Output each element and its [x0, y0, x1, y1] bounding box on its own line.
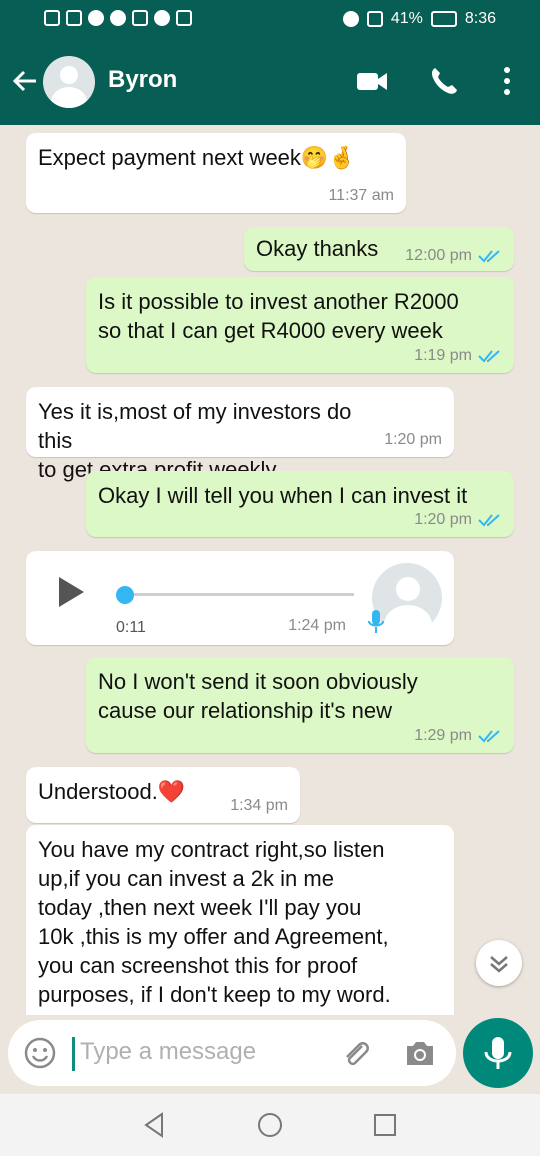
news-icon	[132, 10, 148, 26]
message-composer: Type a message	[8, 1020, 456, 1086]
message-text: Understood.	[38, 779, 158, 804]
voice-record-button[interactable]	[463, 1018, 533, 1088]
facebook-icon	[154, 10, 170, 26]
message-text: No I won't send it soon obviously cause …	[98, 669, 418, 723]
read-ticks-icon	[478, 350, 500, 363]
voice-message[interactable]: 0:11 1:24 pm	[26, 551, 454, 645]
contact-avatar[interactable]	[43, 56, 95, 108]
message-outgoing[interactable]: Okay I will tell you when I can invest i…	[86, 471, 514, 537]
text-cursor	[72, 1037, 75, 1071]
contact-name[interactable]: Byron	[108, 66, 177, 94]
emoji-red-heart: ❤️	[157, 779, 186, 804]
scroll-to-bottom-button[interactable]	[476, 940, 522, 986]
double-chevron-down-icon	[490, 956, 508, 973]
audio-progress-track[interactable]	[124, 593, 354, 596]
status-left-icons	[44, 10, 192, 26]
phone-icon	[110, 10, 126, 26]
emoji-icon[interactable]	[24, 1037, 56, 1069]
read-ticks-icon	[478, 514, 500, 527]
volte-icon	[44, 10, 60, 26]
message-incoming[interactable]: You have my contract right,so listen up,…	[26, 825, 454, 1015]
play-icon[interactable]	[54, 575, 88, 609]
chat-messages[interactable]: Expect payment next week🤭🤞 11:37 am Okay…	[0, 125, 540, 1015]
battery-percent: 41%	[390, 10, 423, 27]
message-outgoing[interactable]: Is it possible to invest another R2000 s…	[86, 277, 514, 373]
message-meta: 1:34 pm	[230, 797, 288, 815]
mic-icon	[368, 610, 384, 633]
video-call-icon[interactable]	[355, 64, 389, 98]
message-incoming[interactable]: Yes it is,most of my investors do this t…	[26, 387, 454, 482]
status-bar: 41% 8:36	[0, 0, 540, 40]
message-meta: 1:29 pm	[414, 727, 502, 745]
battery-icon	[430, 11, 457, 27]
message-time: 1:20 pm	[384, 431, 442, 448]
message-text: Okay I will tell you when I can invest i…	[98, 483, 468, 508]
message-text: Expect payment next week	[38, 145, 301, 170]
audio-duration: 0:11	[116, 619, 146, 636]
message-meta: 11:37 am	[328, 187, 394, 205]
clock: 8:36	[464, 10, 496, 27]
alarm-icon	[342, 11, 359, 27]
message-time: 1:19 pm	[414, 347, 472, 364]
message-time: 1:20 pm	[414, 511, 472, 528]
attach-icon[interactable]	[338, 1036, 372, 1070]
audio-seek-handle[interactable]	[116, 586, 134, 604]
message-incoming[interactable]: Understood.❤️ 1:34 pm	[26, 767, 300, 823]
read-ticks-icon	[478, 250, 500, 263]
back-arrow-icon[interactable]	[10, 66, 40, 96]
message-time: 1:34 pm	[230, 797, 288, 814]
vibrate-icon	[366, 11, 383, 27]
emoji-hand-over-mouth-crossed-fingers: 🤭🤞	[300, 145, 356, 170]
4g-signal-icon	[66, 10, 82, 26]
message-text: You have my contract right,so listen up,…	[38, 837, 391, 1007]
mic-icon	[484, 1037, 512, 1069]
message-incoming[interactable]: Expect payment next week🤭🤞 11:37 am	[26, 133, 406, 213]
message-time: 12:00 pm	[405, 247, 472, 264]
message-input[interactable]: Type a message	[80, 1038, 256, 1066]
message-meta: 12:00 pm	[405, 247, 502, 265]
message-meta: 1:24 pm	[288, 617, 346, 635]
message-time: 11:37 am	[328, 187, 394, 204]
message-time: 1:24 pm	[288, 617, 346, 634]
whatsapp-icon	[88, 10, 104, 26]
nav-back-icon[interactable]	[140, 1110, 170, 1140]
voice-call-icon[interactable]	[427, 64, 461, 98]
chat-header: Byron	[0, 40, 540, 125]
message-outgoing[interactable]: No I won't send it soon obviously cause …	[86, 657, 514, 753]
nav-home-icon[interactable]	[255, 1110, 285, 1140]
message-meta: 1:19 pm	[414, 347, 502, 365]
system-navigation-bar	[0, 1094, 540, 1156]
camera-icon[interactable]	[404, 1038, 436, 1068]
message-meta: 1:20 pm	[414, 511, 502, 529]
read-ticks-icon	[478, 730, 500, 743]
calendar-icon	[176, 10, 192, 26]
message-meta: 1:20 pm	[384, 431, 442, 449]
message-text: Is it possible to invest another R2000 s…	[98, 289, 459, 343]
message-time: 1:29 pm	[414, 727, 472, 744]
message-outgoing[interactable]: Okay thanks 12:00 pm	[244, 227, 514, 271]
nav-recents-icon[interactable]	[370, 1110, 400, 1140]
more-options-icon[interactable]	[490, 64, 524, 98]
status-right: 41% 8:36	[342, 10, 496, 28]
